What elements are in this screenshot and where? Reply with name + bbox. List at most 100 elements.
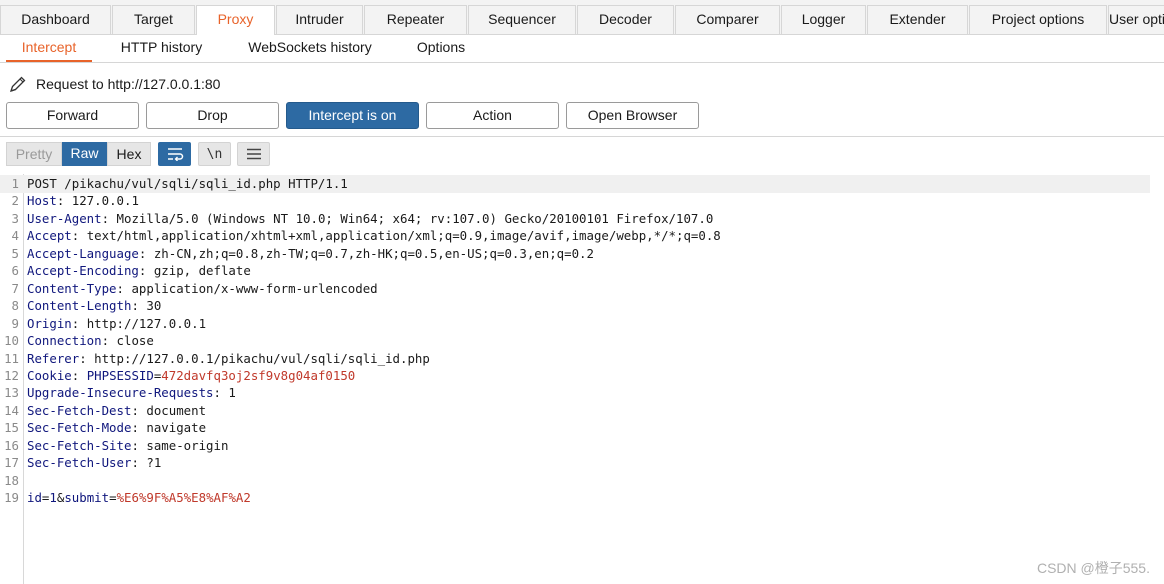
header-separator: : [138,245,154,261]
line-number: 19 [4,490,19,506]
header-value: 127.0.0.1 [71,193,139,209]
action-button[interactable]: Action [426,102,559,129]
main-tab-dashboard[interactable]: Dashboard [0,5,111,34]
drop-button[interactable]: Drop [146,102,279,129]
request-line[interactable]: 18 [0,472,1150,490]
hamburger-menu-icon [246,148,261,160]
body-separator: = [109,490,117,506]
header-separator: : [56,193,72,209]
line-number: 17 [4,455,19,471]
header-value: text/html,application/xhtml+xml,applicat… [86,228,721,244]
pencil-icon [9,76,26,93]
line-number: 8 [11,298,19,314]
watermark: CSDN @橙子555. [1036,560,1150,576]
line-number: 11 [4,350,19,366]
request-line[interactable]: 17 Sec-Fetch-User: ?1 [0,454,1150,472]
main-tab-intruder[interactable]: Intruder [276,5,363,34]
header-value: document [146,402,207,418]
sub-tab-options[interactable]: Options [400,35,482,62]
request-line[interactable]: 14 Sec-Fetch-Dest: document [0,402,1150,420]
request-line[interactable]: 10 Connection: close [0,332,1150,350]
request-line[interactable]: 6 Accept-Encoding: gzip, deflate [0,262,1150,280]
main-tab-decoder[interactable]: Decoder [577,5,674,34]
cookie-name: PHPSESSID [86,367,154,383]
header-name: Connection [27,333,102,349]
line-number: 2 [11,193,19,209]
sub-tab-http-history[interactable]: HTTP history [104,35,219,62]
request-line[interactable]: 15 Sec-Fetch-Mode: navigate [0,419,1150,437]
view-hex-button[interactable]: Hex [107,142,151,166]
wrap-lines-button[interactable] [158,142,191,166]
main-tab-logger[interactable]: Logger [781,5,866,34]
request-line[interactable]: 4 Accept: text/html,application/xhtml+xml… [0,227,1150,245]
view-raw-button[interactable]: Raw [62,142,107,166]
request-line[interactable]: 3 User-Agent: Mozilla/5.0 (Windows NT 10.… [0,210,1150,228]
request-line[interactable]: 16 Sec-Fetch-Site: same-origin [0,437,1150,455]
line-number: 5 [11,245,19,261]
view-pretty-button[interactable]: Pretty [6,142,62,166]
editor-menu-button[interactable] [237,142,270,166]
sub-tab-websockets-history[interactable]: WebSockets history [232,35,388,62]
request-line-text: POST /pikachu/vul/sqli/sqli_id.php HTTP/… [27,176,348,191]
header-value: 1 [228,385,236,401]
header-value: close [116,333,154,349]
header-value: Mozilla/5.0 (Windows NT 10.0; Win64; x64… [116,210,714,226]
header-name: Sec-Fetch-Dest [27,402,132,418]
header-value: http://127.0.0.1/pikachu/vul/sqli/sqli_i… [94,350,430,366]
header-name: Upgrade-Insecure-Requests [27,385,214,401]
header-separator: : [71,315,87,331]
header-separator: : [131,420,147,436]
line-number: 6 [11,263,19,279]
header-value: ?1 [146,455,162,471]
proxy-sub-tab-bar: Intercept HTTP history WebSockets history O… [0,35,1164,63]
open-browser-button[interactable]: Open Browser [566,102,699,129]
header-name: Referer [27,350,80,366]
request-line[interactable]: 19 id=1&submit=%E6%9F%A5%E8%AF%A2 [0,489,1150,507]
body-param-value: 1 [49,490,57,506]
forward-button[interactable]: Forward [6,102,139,129]
header-name: Origin [27,315,72,331]
header-name: User-Agent [27,210,102,226]
sub-tab-intercept[interactable]: Intercept [6,35,92,62]
show-newlines-button[interactable]: \n [198,142,231,166]
toolbar-divider [0,136,1164,137]
request-line[interactable]: 9 Origin: http://127.0.0.1 [0,315,1150,333]
header-separator: : [71,367,87,383]
line-number: 1 [11,176,19,191]
header-value: http://127.0.0.1 [86,315,207,331]
header-separator: : [71,228,87,244]
header-name: Sec-Fetch-Site [27,437,132,453]
line-number: 9 [11,315,19,331]
request-line[interactable]: 2 Host: 127.0.0.1 [0,192,1150,210]
header-separator: : [131,298,147,314]
request-line[interactable]: 13 Upgrade-Insecure-Requests: 1 [0,384,1150,402]
request-line[interactable]: 5 Accept-Language: zh-CN,zh;q=0.8,zh-TW;q… [0,245,1150,263]
intercept-toggle-button[interactable]: Intercept is on [286,102,419,129]
main-tab-target[interactable]: Target [112,5,195,34]
line-number: 3 [11,210,19,226]
main-tab-sequencer[interactable]: Sequencer [468,5,576,34]
header-separator: : [131,437,147,453]
main-tab-extender[interactable]: Extender [867,5,968,34]
header-separator: : [131,455,147,471]
request-line[interactable]: 7 Content-Type: application/x-www-form-ur… [0,280,1150,298]
main-tab-proxy[interactable]: Proxy [196,5,275,35]
body-param-value: %E6%9F%A5%E8%AF%A2 [116,490,251,506]
main-tab-comparer[interactable]: Comparer [675,5,780,34]
line-number: 16 [4,437,19,453]
header-name: Accept [27,228,72,244]
body-param-name: id [27,490,42,506]
main-tab-user-options[interactable]: User options [1108,5,1164,34]
line-number: 10 [4,333,19,349]
request-line[interactable]: 12 Cookie: PHPSESSID=472davfq3oj2sf9v8g04… [0,367,1150,385]
request-line[interactable]: 1 POST /pikachu/vul/sqli/sqli_id.php HTTP… [0,175,1150,193]
line-number: 4 [11,228,19,244]
request-line[interactable]: 8 Content-Length: 30 [0,297,1150,315]
main-tab-bar: Dashboard Target Proxy Intruder Repeater Sequ… [0,0,1164,35]
line-number: 13 [4,385,19,401]
header-separator: : [79,350,95,366]
request-line[interactable]: 11 Referer: http://127.0.0.1/pikachu/vul/… [0,350,1150,368]
main-tab-repeater[interactable]: Repeater [364,5,467,34]
main-tab-project-options[interactable]: Project options [969,5,1107,34]
request-editor[interactable]: 1 POST /pikachu/vul/sqli/sqli_id.php HTTP… [0,174,1164,584]
